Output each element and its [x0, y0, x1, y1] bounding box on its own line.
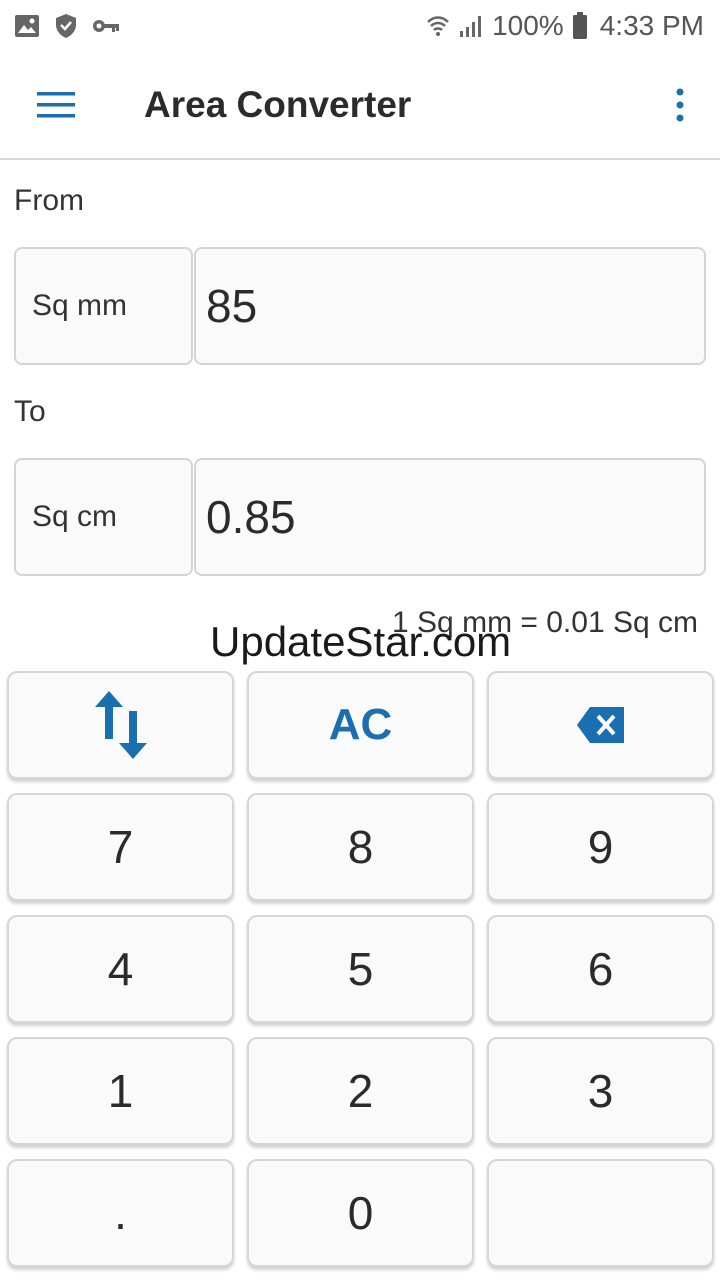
clock: 4:33 PM [599, 10, 704, 41]
status-notifications [14, 13, 120, 39]
key-6[interactable]: 6 [487, 915, 714, 1023]
watermark: UpdateStar.com [210, 618, 512, 665]
key-0[interactable]: 0 [247, 1159, 474, 1267]
more-options-button[interactable] [640, 51, 720, 159]
app-bar: Area Converter [0, 52, 720, 160]
battery-icon [572, 12, 588, 40]
key-3[interactable]: 3 [487, 1037, 714, 1145]
key-icon [92, 18, 120, 34]
hamburger-menu-icon [37, 92, 75, 118]
page-title: Area Converter [144, 84, 412, 125]
shield-icon [54, 13, 78, 39]
to-value-output[interactable]: 0.85 [194, 458, 706, 576]
from-unit-selector[interactable]: Sq mm [14, 247, 193, 365]
battery-percentage: 100% [492, 10, 564, 41]
status-bar: 100% 4:33 PM [0, 0, 720, 52]
more-vertical-icon [676, 88, 684, 122]
swap-button[interactable] [7, 671, 234, 779]
backspace-button[interactable] [487, 671, 714, 779]
status-system: 100% 4:33 PM [426, 10, 704, 42]
wifi-icon [426, 14, 450, 38]
from-value-input[interactable]: 85 [194, 247, 706, 365]
backspace-icon [576, 707, 624, 743]
to-unit-selector[interactable]: Sq cm [14, 458, 193, 576]
key-2[interactable]: 2 [247, 1037, 474, 1145]
clear-button[interactable]: AC [247, 671, 474, 779]
key-9[interactable]: 9 [487, 793, 714, 901]
key-8[interactable]: 8 [247, 793, 474, 901]
key-decimal[interactable]: . [7, 1159, 234, 1267]
key-blank[interactable] [487, 1159, 714, 1267]
to-label: To [14, 395, 46, 428]
key-5[interactable]: 5 [247, 915, 474, 1023]
signal-icon [458, 14, 484, 38]
key-7[interactable]: 7 [7, 793, 234, 901]
key-4[interactable]: 4 [7, 915, 234, 1023]
image-icon [14, 14, 40, 38]
key-1[interactable]: 1 [7, 1037, 234, 1145]
hamburger-menu-button[interactable] [0, 51, 112, 159]
from-label: From [14, 184, 84, 217]
swap-vertical-icon [94, 691, 147, 759]
